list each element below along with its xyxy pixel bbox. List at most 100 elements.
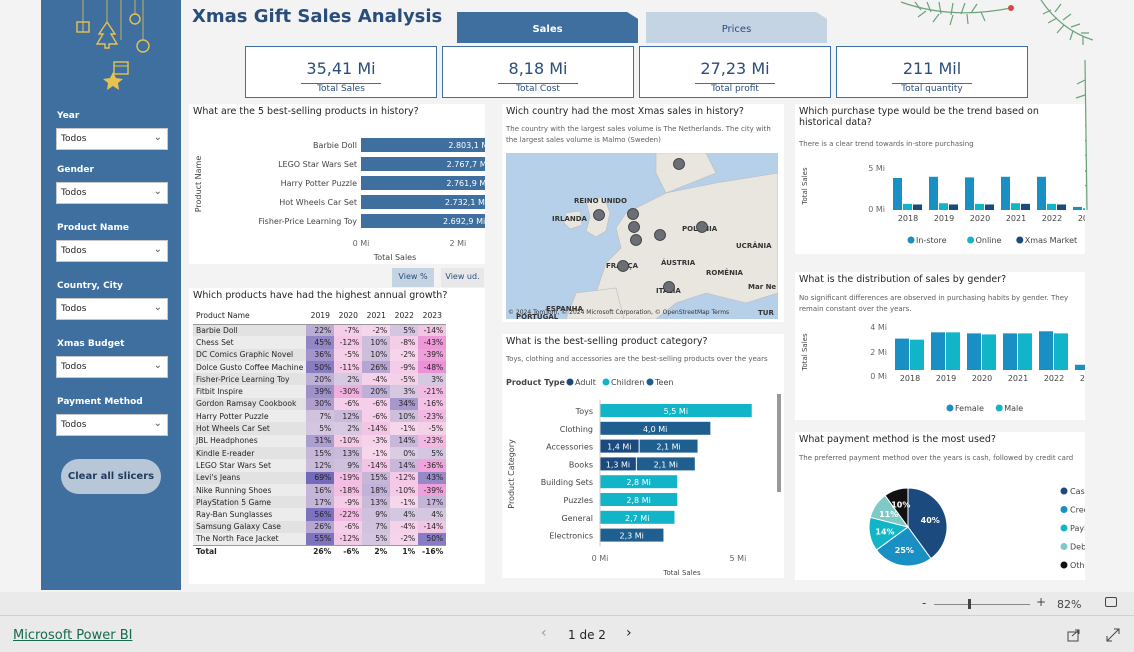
top-products-chart: Barbie Doll 2.803,1 Mil LEGO Star Wars Set… xyxy=(194,138,485,262)
city-bubble xyxy=(593,209,605,221)
viewer-footer: - + 82% Microsoft Power BI ‹ 1 de 2 › xyxy=(0,592,1134,652)
growth-cell: 50% xyxy=(306,360,335,374)
previous-page-icon[interactable]: ‹ xyxy=(541,625,547,641)
column-header[interactable]: 2019 xyxy=(306,308,335,325)
clear-slicers-button[interactable]: Clear all slicers xyxy=(61,459,161,494)
x-tick-label: 2021 xyxy=(1006,214,1026,223)
table-row[interactable]: Kindle E-reader 15% 13% -1% 0% 5% xyxy=(193,446,447,460)
product-cell: LEGO Star Wars Set xyxy=(193,459,307,472)
europe-map[interactable]: REINO UNIDOIRLANDAPOLÔNIAUCRÂNIAFRANÇAÁU… xyxy=(506,153,778,319)
column-header[interactable]: 2020 xyxy=(334,308,363,325)
table-row[interactable]: PlayStation 5 Game 17% -9% 13% -1% 17% xyxy=(193,496,447,509)
zoom-slider-handle[interactable] xyxy=(968,599,971,609)
table-row[interactable]: The North Face Jacket 55% -12% 5% -2% 50% xyxy=(193,533,447,546)
purchase-panel: Which purchase type would be the trend b… xyxy=(795,104,1085,254)
growth-cell: 15% xyxy=(306,446,335,460)
map-panel: Wich country had the most Xmas sales in … xyxy=(502,104,784,322)
bar-value-label: 2.732,1 Mil xyxy=(445,198,485,207)
gender-panel: What is the distribution of sales by gen… xyxy=(795,272,1085,420)
fullscreen-icon[interactable] xyxy=(1106,628,1120,642)
legend-title: Product Type xyxy=(506,378,566,387)
city-bubble xyxy=(673,158,685,170)
city-bubble xyxy=(630,234,642,246)
table-row[interactable]: Samsung Galaxy Case 26% -6% 7% -4% -14% xyxy=(193,520,447,534)
table-row[interactable]: Gordon Ramsay Cookbook 30% -6% -6% 34% -16% xyxy=(193,397,447,411)
total-cell: -16% xyxy=(418,544,447,558)
x-tick-label: 2023 xyxy=(1078,214,1085,223)
category-label: Toys xyxy=(575,407,593,416)
table-row[interactable]: Dolce Gusto Coffee Machine 50% -11% 26% -9% -… xyxy=(193,360,447,374)
table-row[interactable]: Hot Wheels Car Set 5% 2% -14% -1% -5% xyxy=(193,422,447,435)
bar-value-label: 2,7 Mi xyxy=(625,514,649,523)
table-row[interactable]: Nike Running Shoes 16% -18% 18% -10% -39% xyxy=(193,483,447,497)
growth-cell: 3% xyxy=(418,373,447,386)
table-row[interactable]: Chess Set 45% -12% 10% -8% -43% xyxy=(193,336,447,349)
growth-cell: -11% xyxy=(334,360,363,374)
growth-cell: -4% xyxy=(390,520,419,534)
growth-cell: 16% xyxy=(306,483,335,497)
y-tick-label: 4 Mi xyxy=(870,323,887,332)
growth-cell: -12% xyxy=(334,336,363,349)
legend-label: Cash xyxy=(1070,487,1085,496)
tab-sales[interactable]: Sales xyxy=(457,12,638,43)
view-units-button[interactable]: View ud. xyxy=(441,268,484,287)
product-slicer-label: Product Name xyxy=(57,223,129,233)
country-slicer-label: Country, City xyxy=(57,281,123,291)
city-bubble xyxy=(627,208,639,220)
category-label: Electronics xyxy=(549,532,593,541)
payment-slicer-dropdown[interactable]: Todos ⌄ xyxy=(56,414,168,436)
bar-value-label: 4,0 Mi xyxy=(643,425,667,434)
kpi-label: Total Cost xyxy=(516,84,560,94)
zoom-slider[interactable] xyxy=(934,604,1030,605)
column-header[interactable]: 2022 xyxy=(390,308,419,325)
fit-page-icon[interactable] xyxy=(1105,597,1117,607)
legend-label: Credit Card xyxy=(1070,506,1085,515)
product-cell: Dolce Gusto Coffee Machine xyxy=(193,360,307,374)
gender-slicer-label: Gender xyxy=(57,165,94,175)
tab-prices[interactable]: Prices xyxy=(646,12,827,43)
zoom-out-button[interactable]: - xyxy=(922,596,926,610)
table-row[interactable]: DC Comics Graphic Novel 36% -5% 10% -2% -39% xyxy=(193,348,447,361)
product-slicer-value: Todos xyxy=(61,246,87,256)
powerbi-link[interactable]: Microsoft Power BI xyxy=(13,628,132,643)
x-tick-label: 2019 xyxy=(936,374,956,383)
table-row[interactable]: Ray-Ban Sunglasses 56% -22% 9% 4% 4% xyxy=(193,508,447,521)
table-row[interactable]: JBL Headphones 31% -10% -3% 14% -23% xyxy=(193,434,447,447)
table-row[interactable]: Fisher-Price Learning Toy 20% 2% -4% -5% 3% xyxy=(193,373,447,386)
zoom-in-button[interactable]: + xyxy=(1036,595,1046,609)
column-bar xyxy=(1018,333,1032,370)
gender-slicer-dropdown[interactable]: Todos ⌄ xyxy=(56,182,168,204)
legend-label: Online xyxy=(976,236,1002,245)
growth-cell: 17% xyxy=(306,496,335,509)
column-header[interactable]: 2023 xyxy=(418,308,447,325)
map-attribution: © 2024 TomTom, © 2024 Microsoft Corporat… xyxy=(508,309,729,316)
growth-cell: 20% xyxy=(362,385,391,398)
product-cell: Chess Set xyxy=(193,336,307,349)
growth-cell: -14% xyxy=(362,422,391,435)
year-slicer-dropdown[interactable]: Todos ⌄ xyxy=(56,128,168,150)
table-row[interactable]: Harry Potter Puzzle 7% 12% -6% 10% -23% xyxy=(193,410,447,423)
growth-cell: -6% xyxy=(334,520,363,534)
table-row[interactable]: Fitbit Inspire 39% -30% 20% 3% -21% xyxy=(193,385,447,398)
table-row[interactable]: Barbie Doll 22% -7% -2% 5% -14% xyxy=(193,324,447,337)
bar-value-label: 2.767,7 Mil xyxy=(447,160,485,169)
budget-slicer-value: Todos xyxy=(61,362,87,372)
table-row[interactable]: LEGO Star Wars Set 12% 9% -14% 14% -36% xyxy=(193,459,447,472)
map-country-label: TUR xyxy=(758,309,774,317)
view-percent-button[interactable]: View % xyxy=(392,268,434,287)
bar-value-label: 2,1 Mi xyxy=(654,460,678,469)
y-tick-label: 2 Mi xyxy=(870,348,887,357)
budget-slicer-dropdown[interactable]: Todos ⌄ xyxy=(56,356,168,378)
table-row[interactable]: Levi's Jeans 69% -19% 15% -12% 43% xyxy=(193,471,447,484)
column-header[interactable]: Product Name xyxy=(193,308,307,325)
growth-cell: 56% xyxy=(306,508,335,521)
country-slicer-dropdown[interactable]: Todos ⌄ xyxy=(56,298,168,320)
column-header[interactable]: 2021 xyxy=(362,308,391,325)
legend-dot xyxy=(1060,487,1068,495)
next-page-icon[interactable]: › xyxy=(626,625,632,641)
growth-cell: 13% xyxy=(334,446,363,460)
product-slicer-dropdown[interactable]: Todos ⌄ xyxy=(56,240,168,262)
share-icon[interactable] xyxy=(1067,628,1081,642)
legend-label: Debit Card xyxy=(1070,543,1085,552)
product-cell: PlayStation 5 Game xyxy=(193,496,307,509)
